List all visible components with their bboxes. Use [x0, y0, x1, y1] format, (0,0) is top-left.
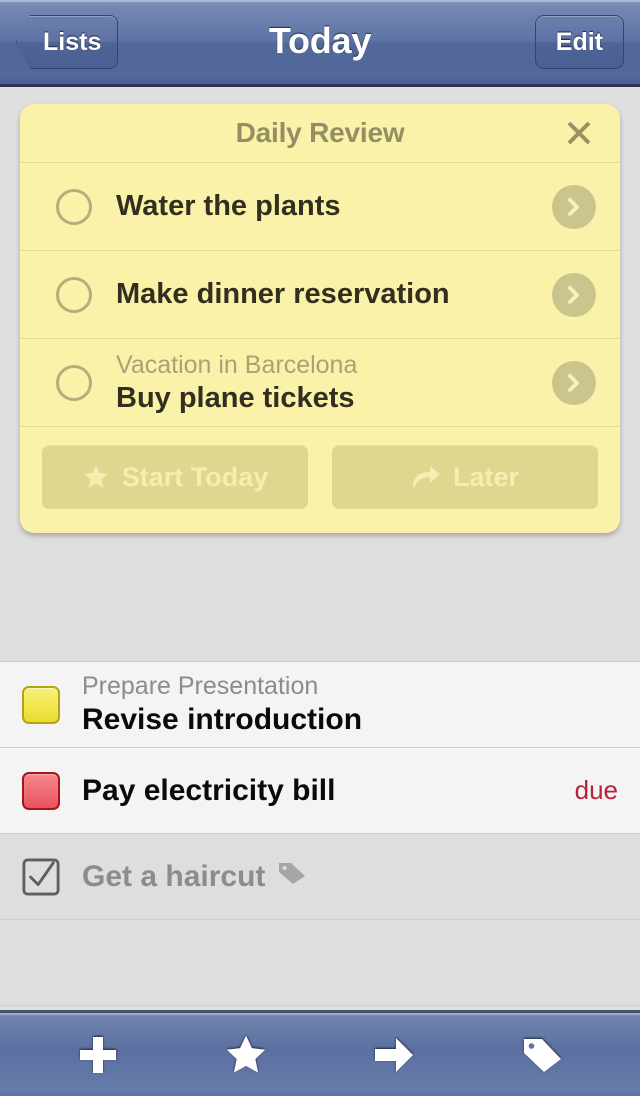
arrow-right-icon [371, 1035, 417, 1075]
daily-review-title: Daily Review [235, 117, 405, 148]
review-row-title: Make dinner reservation [116, 278, 450, 311]
tag-button[interactable] [494, 1017, 590, 1093]
close-icon[interactable] [552, 104, 606, 162]
task-row[interactable]: Get a haircut [0, 833, 640, 919]
task-row-texts: Get a haircut [82, 860, 618, 894]
task-row-title-text: Get a haircut [82, 859, 266, 893]
daily-review-card: Daily Review Water the plants Make dinne… [20, 104, 620, 533]
task-row[interactable]: Pay electricity bill due [0, 747, 640, 833]
review-row-subtitle: Vacation in Barcelona [116, 350, 358, 379]
review-row-texts: Make dinner reservation [116, 278, 552, 310]
chevron-right-icon[interactable] [552, 184, 596, 229]
review-row-title: Water the plants [116, 190, 341, 223]
star-icon [222, 1032, 270, 1078]
task-row-title: Get a haircut [82, 860, 618, 894]
start-today-label: Start Today [121, 461, 269, 492]
plus-icon [75, 1032, 121, 1078]
task-row-title-text: Revise introduction [82, 703, 363, 737]
task-list: Prepare Presentation Revise introduction… [0, 661, 640, 1010]
circle-unchecked-icon[interactable] [56, 276, 92, 313]
task-row-texts: Pay electricity bill [82, 774, 561, 808]
back-button-lists[interactable]: Lists [16, 15, 119, 69]
tag-icon [520, 1035, 564, 1075]
later-label: Later [452, 461, 520, 492]
task-row-title-text: Pay electricity bill [82, 773, 336, 807]
move-button[interactable] [346, 1017, 442, 1093]
forward-arrow-icon [411, 464, 441, 490]
bottom-toolbar [0, 1010, 640, 1096]
back-button-label: Lists [43, 27, 102, 56]
later-button[interactable]: Later [332, 445, 598, 509]
review-row[interactable]: Water the plants [20, 162, 620, 250]
task-row-texts: Prepare Presentation Revise introduction [82, 672, 618, 736]
review-row-title: Buy plane tickets [116, 381, 355, 414]
chevron-right-icon[interactable] [552, 360, 596, 405]
edit-button[interactable]: Edit [534, 15, 624, 69]
daily-review-rows: Water the plants Make dinner reservation [20, 162, 620, 426]
circle-unchecked-icon[interactable] [56, 188, 92, 225]
navigation-bar: Lists Today Edit [0, 0, 640, 87]
review-row-texts: Vacation in Barcelona Buy plane tickets [116, 351, 552, 414]
checkbox-red[interactable] [22, 771, 60, 810]
daily-review-actions: Start Today Later [20, 426, 620, 533]
review-row-texts: Water the plants [116, 190, 552, 222]
circle-unchecked-icon[interactable] [56, 364, 92, 401]
star-icon [82, 463, 110, 491]
start-today-button[interactable]: Start Today [42, 445, 308, 509]
star-filter-button[interactable] [198, 1017, 294, 1093]
task-row-title: Pay electricity bill [82, 774, 561, 808]
checkbox-yellow[interactable] [22, 685, 60, 724]
review-row[interactable]: Make dinner reservation [20, 250, 620, 338]
task-row-title: Revise introduction [82, 703, 618, 737]
add-task-button[interactable] [50, 1017, 146, 1093]
daily-review-header: Daily Review [20, 104, 620, 162]
page-title-text: Today [268, 19, 372, 61]
checkbox-checked[interactable] [22, 857, 60, 896]
task-row[interactable]: Prepare Presentation Revise introduction [0, 661, 640, 747]
tag-icon [277, 860, 307, 894]
due-badge: due [574, 775, 618, 805]
empty-list-row [0, 919, 640, 1005]
task-row-subtitle: Prepare Presentation [82, 672, 319, 701]
chevron-right-icon[interactable] [552, 272, 596, 317]
content-area: Daily Review Water the plants Make dinne… [0, 87, 640, 1010]
app-screen: Lists Today Edit Daily Review Water the … [0, 0, 640, 1096]
review-row[interactable]: Vacation in Barcelona Buy plane tickets [20, 338, 620, 426]
edit-button-label: Edit [555, 27, 603, 56]
